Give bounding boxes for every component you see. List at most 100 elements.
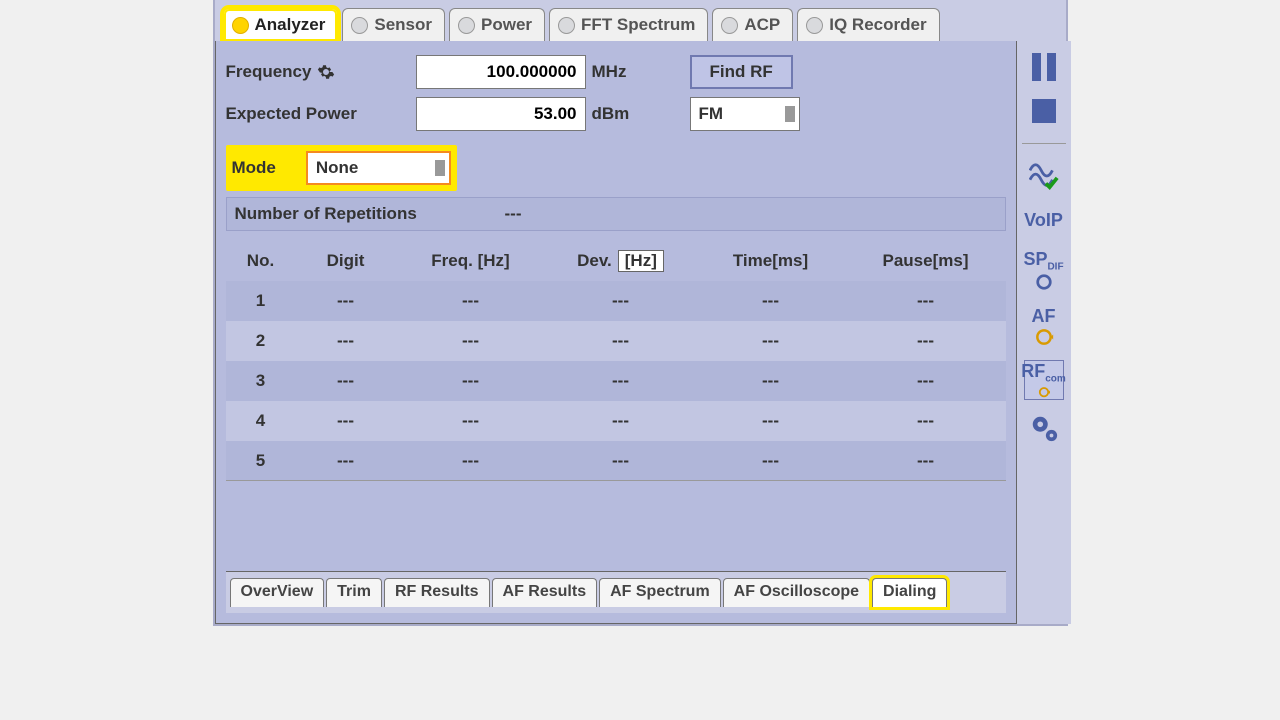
tab-status-dot-icon [558,17,575,34]
frequency-input[interactable]: 100.000000 [416,55,586,89]
af-button[interactable]: AF [1026,304,1062,348]
cell-digit: --- [296,291,396,311]
cell-freq: --- [396,331,546,351]
cycle-icon [1035,385,1053,399]
cycle-icon [1034,327,1054,347]
expected-power-input[interactable]: 53.00 [416,97,586,131]
label-mode: Mode [232,158,276,178]
tab-status-dot-icon [351,17,368,34]
col-pause: Pause[ms] [846,251,1006,271]
tab-label: FFT Spectrum [581,15,695,35]
tab-analyzer[interactable]: Analyzer [223,8,339,41]
row-mode: Mode None [226,145,1006,191]
btab-dialing[interactable]: Dialing [872,578,947,607]
label-expected-power: Expected Power [226,104,416,124]
spdif-label: SPDIF [1023,249,1063,273]
voip-button[interactable]: VoIP [1026,204,1062,236]
mode-highlight: Mode None [226,145,457,191]
voip-label: VoIP [1024,210,1063,231]
analyzer-app: Analyzer Sensor Power FFT Spectrum ACP I… [213,0,1068,626]
btab-rf-results[interactable]: RF Results [384,578,490,607]
tab-label: ACP [744,15,780,35]
table-row: 1 --- --- --- --- --- [226,281,1006,321]
cell-time: --- [696,371,846,391]
btab-overview[interactable]: OverView [230,578,325,607]
spdif-button[interactable]: SPDIF [1026,248,1062,292]
table-body: 1 --- --- --- --- --- 2 --- --- --- --- … [226,281,1006,481]
tab-status-dot-icon [232,17,249,34]
gear-icon[interactable] [317,63,335,81]
cell-freq: --- [396,451,546,471]
row-frequency: Frequency 100.000000 MHz Find RF [226,51,1006,93]
cell-time: --- [696,331,846,351]
row-repetitions: Number of Repetitions --- [226,197,1006,231]
label-frequency: Frequency [226,62,416,82]
table-row: 3 --- --- --- --- --- [226,361,1006,401]
top-tabs: Analyzer Sensor Power FFT Spectrum ACP I… [215,0,1066,41]
tab-status-dot-icon [806,17,823,34]
tab-power[interactable]: Power [449,8,545,41]
col-digit: Digit [296,251,396,271]
cell-dev: --- [546,371,696,391]
results-table: No. Digit Freq. [Hz] Dev. [Hz] Time[ms] … [226,241,1006,481]
cell-digit: --- [296,411,396,431]
table-row: 5 --- --- --- --- --- [226,441,1006,481]
col-dev: Dev. [Hz] [546,250,696,272]
cell-no: 1 [226,291,296,311]
modulation-dropdown[interactable]: FM [690,97,800,131]
tab-acp[interactable]: ACP [712,8,793,41]
cell-digit: --- [296,371,396,391]
cell-time: --- [696,451,846,471]
cell-pause: --- [846,331,1006,351]
stop-icon [1032,99,1056,123]
find-rf-button[interactable]: Find RF [690,55,793,89]
cell-freq: --- [396,371,546,391]
tab-fft-spectrum[interactable]: FFT Spectrum [549,8,708,41]
cell-time: --- [696,411,846,431]
signal-ok-icon[interactable] [1026,160,1062,192]
mode-dropdown[interactable]: None [306,151,451,185]
col-no: No. [226,251,296,271]
cell-freq: --- [396,411,546,431]
pause-button[interactable] [1026,51,1062,83]
cell-time: --- [696,291,846,311]
tab-sensor[interactable]: Sensor [342,8,445,41]
cell-pause: --- [846,451,1006,471]
tab-status-dot-icon [721,17,738,34]
cell-pause: --- [846,371,1006,391]
value-repetitions: --- [505,204,522,224]
tab-label: Power [481,15,532,35]
tab-label: IQ Recorder [829,15,926,35]
label-repetitions: Number of Repetitions [235,204,505,224]
right-sidebar: VoIP SPDIF AF RFcom [1017,41,1071,624]
dev-unit-dropdown[interactable]: [Hz] [618,250,664,272]
col-time: Time[ms] [696,251,846,271]
stop-button[interactable] [1026,95,1062,127]
cell-no: 4 [226,411,296,431]
cell-dev: --- [546,411,696,431]
bottom-tabs: OverView Trim RF Results AF Results AF S… [226,571,1006,613]
btab-af-results[interactable]: AF Results [492,578,598,607]
unit-dbm: dBm [592,104,634,124]
btab-af-oscilloscope[interactable]: AF Oscilloscope [723,578,870,607]
cell-no: 3 [226,371,296,391]
unit-mhz: MHz [592,62,634,82]
cell-no: 5 [226,451,296,471]
btab-af-spectrum[interactable]: AF Spectrum [599,578,721,607]
gears-icon [1029,413,1059,443]
cell-pause: --- [846,291,1006,311]
cell-freq: --- [396,291,546,311]
af-label: AF [1032,306,1056,327]
row-expected-power: Expected Power 53.00 dBm FM [226,93,1006,135]
pause-icon [1032,53,1056,81]
rfcom-button[interactable]: RFcom [1024,360,1064,400]
cell-digit: --- [296,451,396,471]
tab-iq-recorder[interactable]: IQ Recorder [797,8,939,41]
btab-trim[interactable]: Trim [326,578,382,607]
tab-label: Sensor [374,15,432,35]
col-freq: Freq. [Hz] [396,251,546,271]
divider [1022,143,1066,144]
settings-button[interactable] [1026,412,1062,444]
cell-no: 2 [226,331,296,351]
cell-dev: --- [546,291,696,311]
